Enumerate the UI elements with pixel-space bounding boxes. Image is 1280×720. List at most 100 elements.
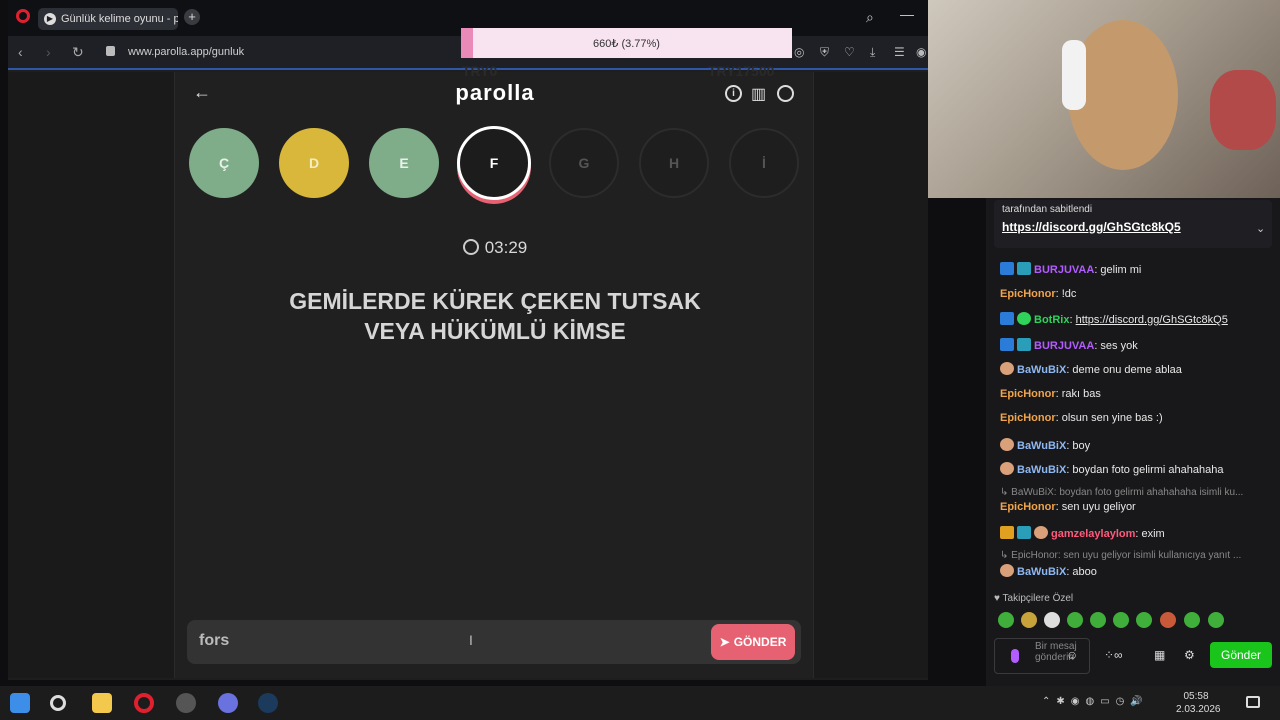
- pinned-message: tarafından sabitlendi https://discord.gg…: [994, 200, 1272, 248]
- letter-circle: İ: [729, 128, 799, 198]
- chat-message: EpicHonor: sen uyu geliyor: [1000, 501, 1136, 513]
- web-page: ← parolla i ▥ Ç D E F G H İ 03:29 GEMİLE…: [8, 72, 928, 678]
- emote-icon[interactable]: [1067, 612, 1083, 628]
- steam-icon[interactable]: [258, 693, 278, 713]
- browser-window: ▶ Günlük kelime oyunu - pa + ⌕ — ‹ › ↻ w…: [8, 0, 928, 680]
- emote-icon[interactable]: [1090, 612, 1106, 628]
- microphone-icon[interactable]: [1011, 649, 1019, 663]
- store-icon[interactable]: [92, 693, 112, 713]
- timer-value: 03:29: [484, 238, 528, 257]
- emoji-icon[interactable]: ☺: [1066, 648, 1078, 662]
- download-icon[interactable]: ⤓: [870, 45, 875, 60]
- chat-message: BaWuBiX: boydan foto gelirmi ahahahaha: [1000, 462, 1223, 476]
- logo[interactable]: parolla: [175, 80, 815, 106]
- badge-icon: [1000, 564, 1014, 577]
- pinned-link[interactable]: https://discord.gg/GhSGtc8kQ5: [1002, 220, 1181, 234]
- clock[interactable]: 05:58 2.03.2026: [1176, 690, 1221, 716]
- badge-icon: [1034, 526, 1048, 539]
- game-panel: ← parolla i ▥ Ç D E F G H İ 03:29 GEMİLE…: [174, 72, 814, 678]
- opera-icon[interactable]: [134, 693, 154, 713]
- pinned-by: tarafından sabitlendi: [1002, 204, 1093, 215]
- heart-icon[interactable]: ♡: [844, 45, 855, 59]
- send-button[interactable]: ➤ GÖNDER: [711, 624, 795, 660]
- chat-message: BaWuBiX: aboo: [1000, 564, 1097, 578]
- chevron-down-icon[interactable]: ⌄: [1256, 222, 1265, 235]
- letter-circle: D: [279, 128, 349, 198]
- chat-message: BaWuBiX: boy: [1000, 438, 1090, 452]
- extensions-icon[interactable]: ⁘∞: [1104, 648, 1123, 662]
- obs-icon[interactable]: [176, 693, 196, 713]
- tray-icons[interactable]: ⌃✱◉◍▭◷🔊: [1042, 696, 1149, 707]
- chat-message: EpicHonor: !dc: [1000, 288, 1077, 300]
- reply-context: ↳ EpicHonor: sen uyu geliyor isimli kull…: [1000, 550, 1242, 561]
- badge-icon: [1000, 338, 1014, 351]
- emote-icon[interactable]: [1044, 612, 1060, 628]
- heart-icon: ♥: [994, 593, 1003, 604]
- browser-tab[interactable]: ▶ Günlük kelime oyunu - pa: [38, 8, 178, 30]
- plush-toy: [1210, 70, 1276, 150]
- chat-message: EpicHonor: olsun sen yine bas :): [1000, 412, 1163, 424]
- search-icon[interactable]: [50, 695, 66, 711]
- store-icon[interactable]: ▦: [1154, 648, 1165, 662]
- back-icon[interactable]: ‹: [18, 44, 23, 60]
- letter-circle: G: [549, 128, 619, 198]
- minimize-icon[interactable]: —: [900, 6, 914, 22]
- letter-circle-active: F: [457, 126, 531, 200]
- badge-icon: [1000, 262, 1014, 275]
- letter-circle: Ç: [189, 128, 259, 198]
- badge-icon: [1000, 362, 1014, 375]
- send-icon: ➤: [719, 635, 730, 649]
- badge-icon: [1017, 526, 1031, 539]
- lock-icon: [106, 46, 115, 56]
- notification-icon[interactable]: [1246, 696, 1260, 708]
- clock-icon: [462, 239, 479, 255]
- chat-message: BURJUVAA: ses yok: [1000, 338, 1138, 352]
- play-icon: ▶: [44, 13, 56, 25]
- answer-input[interactable]: [199, 632, 599, 650]
- badge-icon: [1000, 462, 1014, 475]
- emote-icon[interactable]: [1160, 612, 1176, 628]
- info-icon[interactable]: i: [725, 85, 742, 102]
- opera-logo-icon[interactable]: [16, 9, 30, 23]
- emote-icon[interactable]: [1021, 612, 1037, 628]
- chat-placeholder: Bir mesaj gönderin: [1035, 641, 1077, 663]
- donation-text: 660₺ (3.77%): [593, 38, 660, 50]
- gear-icon[interactable]: ⚙: [1184, 648, 1195, 662]
- emote-icon[interactable]: [1136, 612, 1152, 628]
- letter-circle: E: [369, 128, 439, 198]
- goal-start-label: TRY0: [462, 63, 498, 79]
- menu-icon[interactable]: ☰: [894, 45, 905, 59]
- reply-context: ↳ BaWuBiX: boydan foto gelirmi ahahahaha…: [1000, 487, 1244, 498]
- forward-icon[interactable]: ›: [46, 44, 51, 60]
- emote-icon[interactable]: [1208, 612, 1224, 628]
- emote-icon[interactable]: [1184, 612, 1200, 628]
- shield-icon[interactable]: ⛨: [820, 45, 829, 60]
- goal-end-label: TRY17500: [708, 63, 775, 79]
- chat-message: EpicHonor: rakı bas: [1000, 388, 1101, 400]
- new-tab-button[interactable]: +: [184, 9, 200, 25]
- chat-message: BURJUVAA: gelim mi: [1000, 262, 1141, 276]
- windows-start-icon[interactable]: [10, 693, 30, 713]
- tab-title: Günlük kelime oyunu - pa: [61, 13, 178, 25]
- discord-icon[interactable]: [218, 693, 238, 713]
- reload-icon[interactable]: ↻: [72, 44, 84, 61]
- chat-link[interactable]: https://discord.gg/GhSGtc8kQ5: [1076, 314, 1228, 326]
- user-icon[interactable]: [777, 85, 794, 102]
- badge-icon: [1000, 312, 1014, 325]
- badge-icon: [1000, 526, 1014, 539]
- camera-icon[interactable]: ◎: [794, 45, 804, 59]
- url-field[interactable]: www.parolla.app/gunluk: [128, 46, 244, 58]
- emote-icon[interactable]: [1113, 612, 1129, 628]
- stats-icon[interactable]: ▥: [751, 84, 766, 104]
- chat-panel: tarafından sabitlendi https://discord.gg…: [986, 198, 1280, 686]
- letter-circle: H: [639, 128, 709, 198]
- taskbar: ⌃✱◉◍▭◷🔊 05:58 2.03.2026: [0, 686, 1280, 720]
- emote-icon[interactable]: [998, 612, 1014, 628]
- webcam-feed: [928, 0, 1280, 198]
- chat-message: gamzelaylaylom: exim: [1000, 526, 1165, 540]
- search-icon[interactable]: ⌕: [866, 9, 874, 26]
- badge-icon: [1017, 312, 1031, 325]
- answer-box: I ➤GÖNDER: [187, 620, 801, 664]
- profile-icon[interactable]: ◉: [916, 45, 926, 59]
- chat-send-button[interactable]: Gönder: [1210, 642, 1272, 668]
